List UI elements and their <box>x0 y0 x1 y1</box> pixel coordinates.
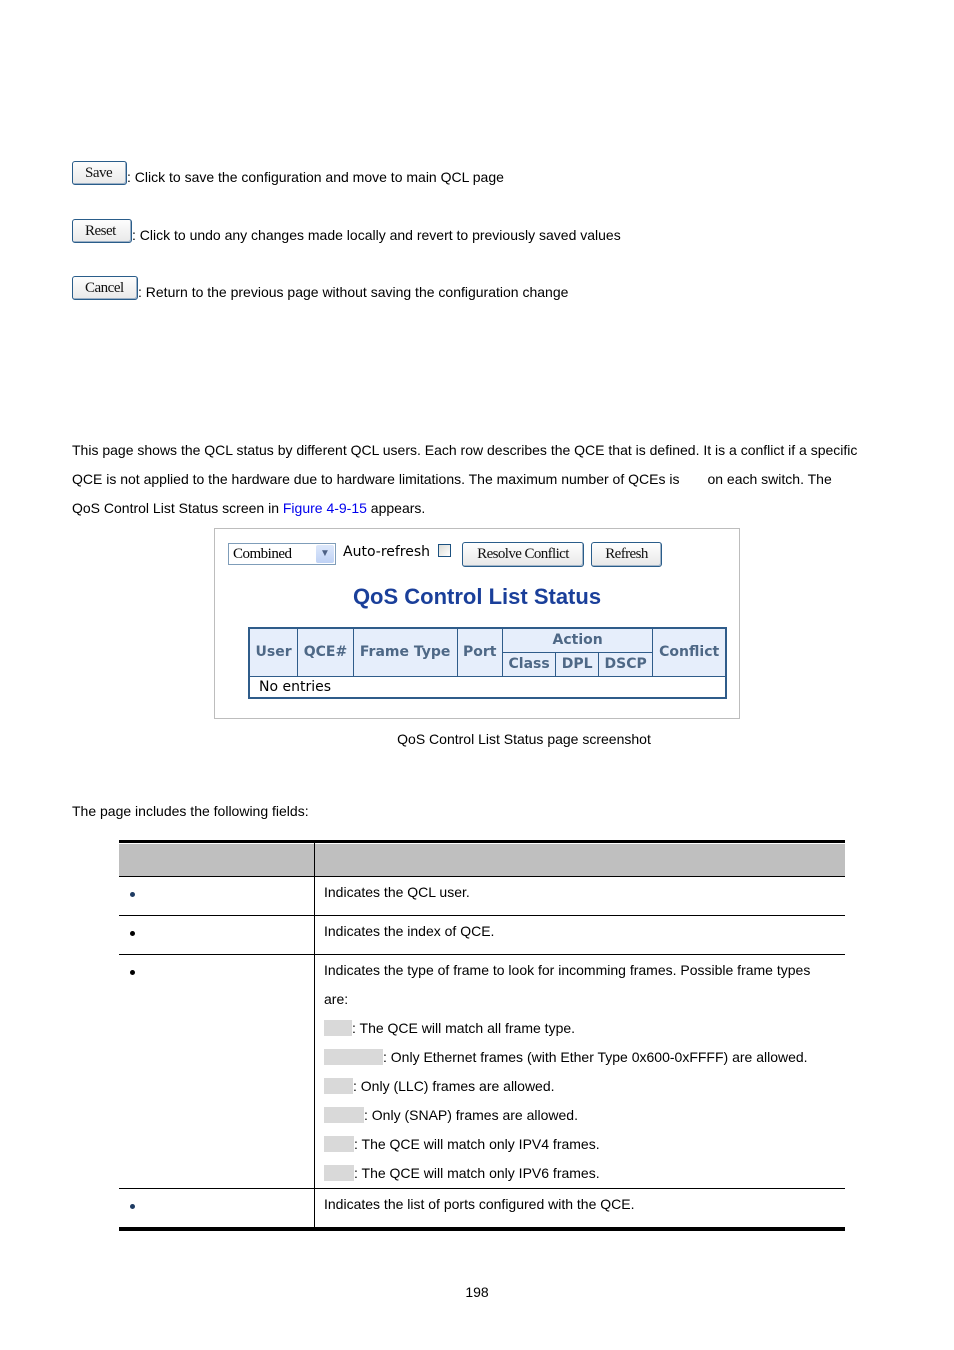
figure-link[interactable]: Figure 4-9-15 <box>283 500 367 516</box>
redacted-term <box>324 1020 352 1036</box>
col-port: Port <box>456 627 503 677</box>
auto-refresh-label: Auto-refresh <box>343 544 431 560</box>
col-action: Action <box>501 627 654 653</box>
header-description <box>314 843 845 877</box>
frame-type-text: : Only (SNAP) frames are allowed. <box>364 1107 578 1123</box>
object-cell <box>119 954 315 1189</box>
cancel-button[interactable]: Cancel <box>72 276 138 300</box>
col-qce: QCE# <box>297 627 354 677</box>
intro-line-2a: QCE is not applied to the hardware due t… <box>72 471 680 487</box>
redacted-term <box>324 1136 354 1152</box>
fields-table: Indicates the QCL user. Indicates the in… <box>119 840 845 1231</box>
save-help-text: : Click to save the configuration and mo… <box>127 169 504 185</box>
frame-type-text: : The QCE will match only IPV4 frames. <box>354 1136 600 1152</box>
figure-caption: QoS Control List Status page screenshot <box>397 731 651 747</box>
bullet-icon <box>130 931 135 936</box>
user-select-value: Combined <box>233 546 292 562</box>
redacted-term <box>324 1165 354 1181</box>
empty-row: No entries <box>249 675 726 698</box>
intro-line-2b: on each switch. The <box>707 471 832 487</box>
frame-type-text: : The QCE will match all frame type. <box>352 1020 576 1036</box>
description-cell: Indicates the index of QCE. <box>314 915 845 955</box>
description-cell: Indicates the list of ports configured w… <box>314 1188 845 1228</box>
col-class: Class <box>501 651 557 677</box>
qcl-status-title: QoS Control List Status <box>352 584 602 609</box>
frame-type-ipv6: : The QCE will match only IPV6 frames. <box>324 1159 845 1188</box>
header-object <box>119 843 315 877</box>
description-cell: Indicates the QCL user. <box>314 876 845 916</box>
page-number: 198 <box>465 1284 489 1300</box>
cancel-help-line: Cancel: Return to the previous page with… <box>72 276 568 300</box>
description-cell: Indicates the type of frame to look for … <box>314 954 845 1189</box>
resolve-conflict-button[interactable]: Resolve Conflict <box>462 542 584 567</box>
col-user: User <box>248 627 299 677</box>
table-row: Indicates the type of frame to look for … <box>119 954 845 1189</box>
redacted-term <box>324 1107 364 1123</box>
col-dscp: DSCP <box>597 651 654 677</box>
redacted-term <box>324 1049 383 1065</box>
reset-button[interactable]: Reset <box>72 219 132 243</box>
cancel-help-text: : Return to the previous page without sa… <box>138 284 569 300</box>
intro-line-2: QCE is not applied to the hardware due t… <box>72 465 892 494</box>
refresh-button[interactable]: Refresh <box>591 542 662 567</box>
qcl-status-table: User QCE# Frame Type Port Action Conflic… <box>248 627 727 699</box>
frame-type-text: : Only Ethernet frames (with Ether Type … <box>383 1049 808 1065</box>
bullet-icon <box>130 892 135 897</box>
redacted-term <box>324 1078 353 1094</box>
save-button[interactable]: Save <box>72 161 127 185</box>
description-line: Indicates the type of frame to look for … <box>324 962 811 978</box>
bullet-icon <box>130 970 135 975</box>
save-help-line: Save: Click to save the configuration an… <box>72 161 504 185</box>
chevron-down-icon[interactable]: ▼ <box>316 545 334 563</box>
table-row: Indicates the list of ports configured w… <box>119 1188 845 1228</box>
bottom-rule <box>119 1227 845 1231</box>
user-select[interactable]: Combined ▼ <box>228 543 336 565</box>
intro-line-3: QoS Control List Status screen in Figure… <box>72 494 892 523</box>
col-conflict: Conflict <box>652 627 727 677</box>
object-cell <box>119 876 315 916</box>
col-dpl: DPL <box>555 651 599 677</box>
frame-type-any: : The QCE will match all frame type. <box>324 1014 845 1043</box>
frame-type-snap: : Only (SNAP) frames are allowed. <box>324 1101 845 1130</box>
frame-type-ethernet: : Only Ethernet frames (with Ether Type … <box>324 1043 845 1072</box>
frame-type-text: : The QCE will match only IPV6 frames. <box>354 1165 600 1181</box>
table-row: Indicates the QCL user. <box>119 876 845 916</box>
qcl-status-screenshot: Combined ▼ Auto-refresh Resolve Conflict… <box>214 528 740 719</box>
intro-paragraph: This page shows the QCL status by differ… <box>72 436 892 523</box>
frame-type-ipv4: : The QCE will match only IPV4 frames. <box>324 1130 845 1159</box>
description-line: are: <box>324 991 349 1007</box>
fields-intro: The page includes the following fields: <box>72 803 309 819</box>
object-cell <box>119 1188 315 1228</box>
bullet-icon <box>130 1204 135 1209</box>
frame-type-text: : Only (LLC) frames are allowed. <box>353 1078 555 1094</box>
intro-line-3b: appears. <box>366 500 426 516</box>
intro-line-1: This page shows the QCL status by differ… <box>72 442 858 458</box>
frame-type-llc: : Only (LLC) frames are allowed. <box>324 1072 845 1101</box>
col-frame-type: Frame Type <box>352 627 458 677</box>
reset-help-line: Reset: Click to undo any changes made lo… <box>72 219 621 243</box>
object-cell <box>119 915 315 955</box>
auto-refresh-checkbox[interactable] <box>438 544 451 557</box>
reset-help-text: : Click to undo any changes made locally… <box>132 227 621 243</box>
intro-line-3a: QoS Control List Status screen in <box>72 500 283 516</box>
table-row: Indicates the index of QCE. <box>119 915 845 955</box>
